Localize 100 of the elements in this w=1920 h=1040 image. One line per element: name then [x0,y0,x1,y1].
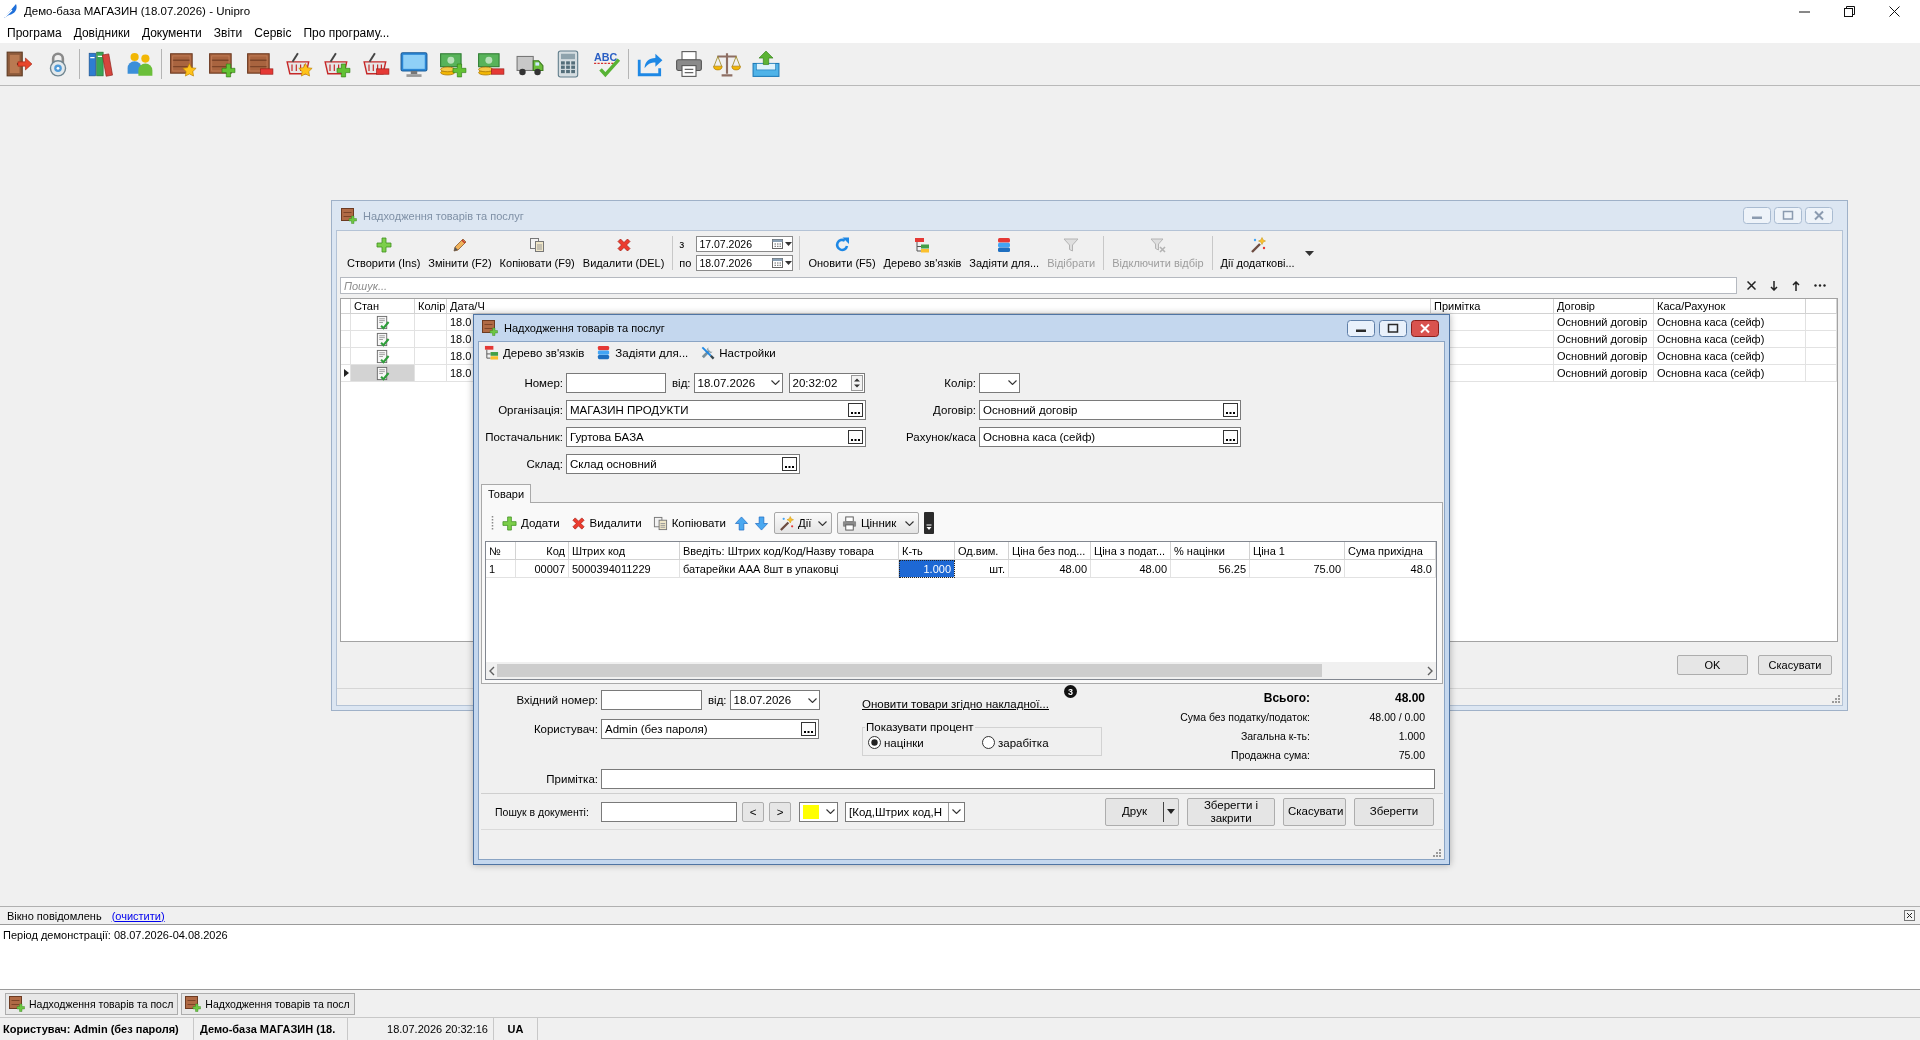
basket-plus-icon[interactable] [323,50,352,78]
table-cell: Основний договір [1557,367,1648,379]
close-icon[interactable] [1747,281,1756,290]
color-dropdown[interactable] [799,801,838,822]
window-tab[interactable]: Надходження товарів та посл [181,992,355,1015]
close-icon[interactable] [1889,5,1900,17]
user-field[interactable]: Admin (без пароля) [601,719,819,739]
text-field[interactable]: Склад основний [566,453,800,474]
dropdown-button[interactable]: Цінник [836,512,919,534]
ellipsis-icon[interactable] [782,456,797,471]
ellipsis-icon[interactable] [1223,402,1238,417]
arrow-down-icon[interactable] [1770,280,1778,291]
scroll-thumb[interactable] [497,664,1322,677]
ellipsis-icon[interactable] [801,722,816,736]
number-field[interactable] [566,372,666,393]
color-dropdown[interactable] [979,372,1020,393]
close-icon[interactable] [1411,319,1439,337]
money-minus-icon[interactable] [477,50,506,78]
previous-button[interactable]: < [742,801,764,822]
radio-button[interactable]: націнки [868,736,982,749]
toolbar-button[interactable]: Додати [499,512,563,534]
books-icon[interactable] [87,50,116,78]
minimize-icon[interactable] [1347,319,1375,337]
resize-grip-icon[interactable] [1831,694,1841,704]
toolbar-button[interactable]: Створити (Ins) [343,233,425,273]
dialog-button[interactable]: Скасувати [1283,797,1346,826]
update-link[interactable]: Оновити товари згідно накладної... [862,698,1049,710]
radio-button[interactable]: зарабітка [982,736,1049,749]
toolbar-button[interactable]: Настройки [700,345,776,360]
date-dropdown[interactable]: 18.07.2026 [693,372,783,393]
basket-minus-icon[interactable] [361,50,390,78]
text-field[interactable]: Гуртова БАЗА [566,426,866,447]
arrow-right-icon[interactable] [1427,665,1434,676]
dialog-button[interactable]: Зберегти і закрити [1187,797,1275,826]
more-icon[interactable] [1814,284,1826,287]
menu-item[interactable]: Звіти [207,23,249,42]
plus-icon [502,515,517,531]
date-dropdown[interactable]: 18.07.2026 [729,690,820,710]
next-button[interactable]: > [769,801,791,822]
spin-arrows-icon[interactable] [850,374,863,391]
number-field[interactable] [601,690,702,710]
toolbar-button[interactable]: Задіяти для... [965,233,1044,273]
restore-icon[interactable] [1844,5,1855,17]
text-field[interactable]: Основна каса (сейф) [979,426,1241,447]
columns-dropdown[interactable]: [Код,Штрих код,Н [845,801,965,822]
caret-icon[interactable] [1304,250,1314,256]
toolbar-overflow-icon[interactable] [923,512,934,534]
money-plus-icon[interactable] [438,50,467,78]
column-header: № [486,542,516,560]
toolbar-button[interactable]: Дерево зв'язків [879,233,966,273]
split-button[interactable]: Друк [1105,797,1179,826]
crate-star-icon[interactable] [169,50,198,78]
tray-upload-icon[interactable] [751,50,780,78]
resize-grip-icon[interactable] [1432,848,1442,858]
menu-item[interactable]: Про програму... [297,23,396,42]
tab[interactable]: Товари [481,484,532,503]
clear-link[interactable]: (очистити) [111,909,165,922]
people-icon[interactable] [125,50,154,78]
date-field[interactable]: 18.07.2026 [696,254,794,271]
basket-star-icon[interactable] [284,50,313,78]
dropdown-button[interactable]: Дії [773,512,832,534]
maximize-icon[interactable] [1379,319,1407,337]
printer-icon[interactable] [674,50,703,78]
arrow-left-icon[interactable] [488,665,495,676]
toolbar-button[interactable]: Змінити (F2) [424,233,496,273]
crate-plus-icon[interactable] [207,50,236,78]
toolbar-button[interactable]: Копіювати [649,512,729,534]
date-field[interactable]: 17.07.2026 [696,235,794,252]
ellipsis-icon[interactable] [1223,429,1238,444]
search-field[interactable] [601,801,737,822]
search-field[interactable]: Пошук... [340,277,1737,294]
ellipsis-icon[interactable] [848,402,863,417]
menu-item[interactable]: Документи [135,23,208,42]
column-header: Введіть: Штрих код/Код/Назву товара [680,542,899,560]
menu-item[interactable]: Сервіс [248,23,298,42]
toolbar-button[interactable]: Оновити (F5) [804,233,880,273]
monitor-icon[interactable] [400,50,429,78]
door-arrow-icon[interactable] [5,50,34,78]
dialog-button[interactable]: OK [1677,655,1748,675]
dialog-button[interactable]: Скасувати [1758,655,1832,675]
toolbar-button[interactable]: Видалити (DEL) [578,233,669,273]
scales-icon[interactable] [713,50,742,78]
menu-item[interactable]: Програма [1,23,68,42]
arrow-up-icon[interactable] [1792,280,1800,291]
close-icon[interactable] [1904,910,1915,921]
time-field[interactable]: 20:32:02 [788,372,865,393]
crate-minus-icon[interactable] [246,50,275,78]
horizontal-scrollbar[interactable] [486,662,1436,679]
toolbar-button[interactable]: Дії додаткові... [1216,233,1299,273]
menu-item[interactable]: Довідники [67,23,136,42]
window-tab[interactable]: Надходження товарів та посл [5,992,179,1015]
note-field[interactable] [601,769,1435,789]
toolbar-button[interactable]: Копіювати (F9) [495,233,579,273]
toolbar-button[interactable]: Дерево зв'язків [484,345,585,360]
text-field[interactable]: Основний договір [979,399,1241,420]
text-field[interactable]: МАГАЗИН ПРОДУКТИ [566,399,866,420]
toolbar-button[interactable]: Задіяти для... [596,345,689,360]
toolbar-button[interactable]: Видалити [567,512,645,534]
dialog-button[interactable]: Зберегти [1354,797,1434,826]
ellipsis-icon[interactable] [848,429,863,444]
